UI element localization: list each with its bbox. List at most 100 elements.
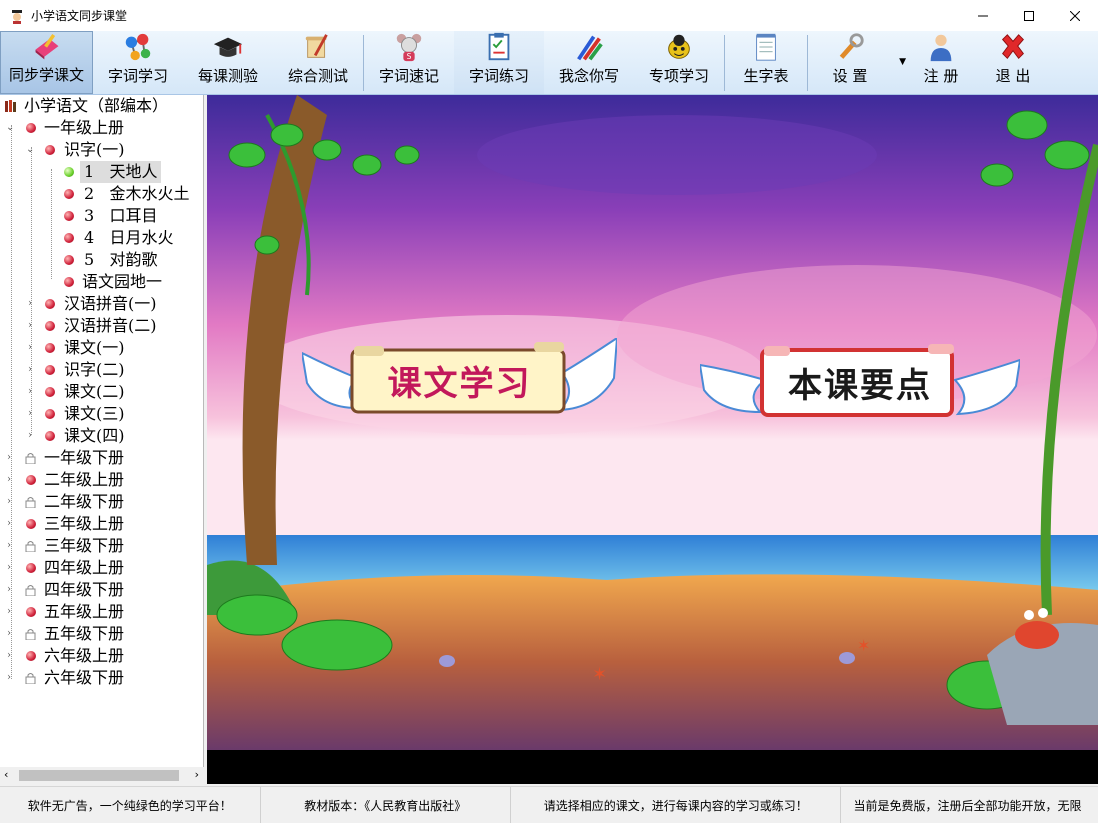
tree-item-unit[interactable]: › 课文(二): [0, 381, 203, 403]
chevron-right-icon[interactable]: ›: [7, 557, 11, 579]
lesson-scene: ✶ ✶ 课文学习 本课要点: [207, 95, 1098, 750]
grade-label: 四年级上册: [44, 557, 124, 579]
toolbar-special-study-button[interactable]: 专项学习: [634, 31, 724, 94]
tree-item-unit-shizi1[interactable]: ⌄ 识字(一): [0, 139, 203, 161]
chevron-right-icon[interactable]: ›: [7, 579, 11, 601]
lock-icon: [25, 628, 36, 640]
toolbar-quick-memo-button[interactable]: S 字词速记: [364, 31, 454, 94]
chevron-right-icon[interactable]: ›: [7, 469, 11, 491]
mouse-mascot-icon: S: [392, 31, 426, 63]
chevron-right-icon[interactable]: ›: [7, 623, 11, 645]
tree-item-grade[interactable]: › 六年级下册: [0, 667, 203, 689]
unit-label: 识字(二): [64, 359, 125, 381]
chevron-down-icon[interactable]: ▼: [899, 57, 906, 67]
tree-item-lesson-1[interactable]: 1 天地人: [0, 161, 203, 183]
svg-text:✶: ✶: [592, 664, 607, 685]
toolbar-label: 字词练习: [469, 65, 529, 86]
red-dot-icon: [45, 431, 55, 441]
tree-item-unit[interactable]: ›汉语拼音(一): [0, 293, 203, 315]
chevron-right-icon[interactable]: ›: [7, 667, 11, 689]
chevron-right-icon[interactable]: ›: [28, 359, 32, 381]
tree-item-lesson-4[interactable]: 4 日月水火: [0, 227, 203, 249]
status-ad-free: 软件无广告，一个纯绿色的学习平台！: [0, 787, 261, 823]
toolbar-lesson-quiz-button[interactable]: 每课测验: [183, 31, 273, 94]
lesson-tree: 小学语文（部编本） ⌄ 一年级上册 ⌄ 识字(一) 1 天地人 2 金木水火土 …: [0, 95, 204, 767]
tree-item-grade[interactable]: ›四年级下册: [0, 579, 203, 601]
chevron-right-icon[interactable]: ›: [7, 601, 11, 623]
close-icon: [1070, 11, 1080, 21]
chevron-right-icon[interactable]: ›: [28, 315, 32, 337]
toolbar-word-study-button[interactable]: 字词学习: [93, 31, 183, 94]
status-license: 当前是免费版，注册后全部功能开放，无限: [841, 787, 1098, 823]
toolbar-word-practice-button[interactable]: 字词练习: [454, 31, 544, 94]
lesson-key-points-label: 本课要点: [788, 358, 932, 407]
graduation-cap-icon: [211, 31, 245, 63]
tree-item-unit[interactable]: ›课文(一): [0, 337, 203, 359]
tree-item-grade1-up[interactable]: ⌄ 一年级上册: [0, 117, 203, 139]
close-button[interactable]: [1052, 0, 1098, 31]
status-bar: 软件无广告，一个纯绿色的学习平台！ 教材版本：《人民教育出版社》 请选择相应的课…: [0, 786, 1098, 823]
grade-label: 五年级下册: [44, 623, 124, 645]
chevron-right-icon[interactable]: ›: [7, 447, 11, 469]
toolbar-label: 字词速记: [379, 65, 439, 86]
chevron-right-icon[interactable]: ›: [7, 645, 11, 667]
toolbar-label: 生字表: [743, 65, 788, 86]
tree-root[interactable]: 小学语文（部编本）: [0, 95, 203, 117]
ladybug-icon: [662, 31, 696, 63]
lesson-key-points-banner[interactable]: 本课要点: [700, 340, 1020, 425]
toolbar-label: 每课测验: [198, 65, 258, 86]
chevron-right-icon[interactable]: ›: [7, 535, 11, 557]
grade-label: 六年级下册: [44, 667, 124, 689]
lesson-study-banner[interactable]: 课文学习: [302, 338, 617, 423]
chevron-down-icon[interactable]: ⌄: [6, 117, 14, 139]
toolbar-exit-button[interactable]: 退 出: [976, 31, 1050, 94]
lesson-label: 2 金木水火土: [84, 183, 189, 205]
tree-item-grade[interactable]: ›六年级上册: [0, 645, 203, 667]
toolbar-register-button[interactable]: 注 册: [906, 31, 976, 94]
chevron-right-icon[interactable]: ›: [28, 381, 32, 403]
tree-item-grade[interactable]: ›五年级上册: [0, 601, 203, 623]
toolbar-label: 字词学习: [108, 65, 168, 86]
grade-label: 二年级上册: [44, 469, 124, 491]
chevron-right-icon[interactable]: ›: [28, 337, 32, 359]
unit-label: 课文(二): [64, 381, 125, 403]
tree-item-grade[interactable]: ›一年级下册: [0, 447, 203, 469]
toolbar-label: 专项学习: [649, 65, 709, 86]
toolbar-settings-button[interactable]: 设 置 ▼: [808, 31, 892, 94]
tree-item-unit[interactable]: ›课文(四): [0, 425, 203, 447]
chevron-down-icon[interactable]: ⌄: [26, 139, 34, 161]
toolbar-dictation-button[interactable]: 我念你写: [544, 31, 634, 94]
minimize-button[interactable]: [960, 0, 1006, 31]
books-icon: [4, 99, 18, 113]
tree-item-unit[interactable]: ›课文(三): [0, 403, 203, 425]
chevron-right-icon[interactable]: ›: [7, 513, 11, 535]
tree-item-lesson-3[interactable]: 3 口耳目: [0, 205, 203, 227]
tree-item-unit[interactable]: › 识字(二): [0, 359, 203, 381]
toolbar-character-table-button[interactable]: 生字表: [725, 31, 807, 94]
chevron-right-icon[interactable]: ›: [28, 293, 32, 315]
lesson-label: 4 日月水火: [84, 227, 173, 249]
tree-item-unit[interactable]: ›汉语拼音(二): [0, 315, 203, 337]
tree-item-grade[interactable]: › 二年级上册: [0, 469, 203, 491]
clipboard-icon: [482, 31, 516, 63]
tree-item-grade[interactable]: › 五年级下册: [0, 623, 203, 645]
chevron-right-icon[interactable]: ›: [28, 425, 32, 447]
scrollbar-thumb[interactable]: [19, 770, 179, 781]
tree-horizontal-scrollbar[interactable]: ‹ ›: [0, 767, 203, 784]
tree-item-grade[interactable]: ›二年级下册: [0, 491, 203, 513]
scroll-left-icon[interactable]: ‹: [4, 768, 8, 781]
lock-icon: [25, 584, 36, 596]
maximize-button[interactable]: [1006, 0, 1052, 31]
scroll-right-icon[interactable]: ›: [195, 768, 199, 781]
tree-item-grade[interactable]: › 四年级上册: [0, 557, 203, 579]
toolbar-comprehensive-test-button[interactable]: 综合测试: [273, 31, 363, 94]
tree-item-grade[interactable]: ›三年级上册: [0, 513, 203, 535]
tree-item-yuanwen[interactable]: 语文园地一: [0, 271, 203, 293]
chevron-right-icon[interactable]: ›: [7, 491, 11, 513]
toolbar-label: 同步学课文: [9, 64, 84, 85]
tree-item-grade[interactable]: ›三年级下册: [0, 535, 203, 557]
tree-item-lesson-5[interactable]: 5 对韵歌: [0, 249, 203, 271]
toolbar-sync-lesson-button[interactable]: 同步学课文: [0, 31, 93, 94]
chevron-right-icon[interactable]: ›: [28, 403, 32, 425]
tree-item-lesson-2[interactable]: 2 金木水火土: [0, 183, 203, 205]
